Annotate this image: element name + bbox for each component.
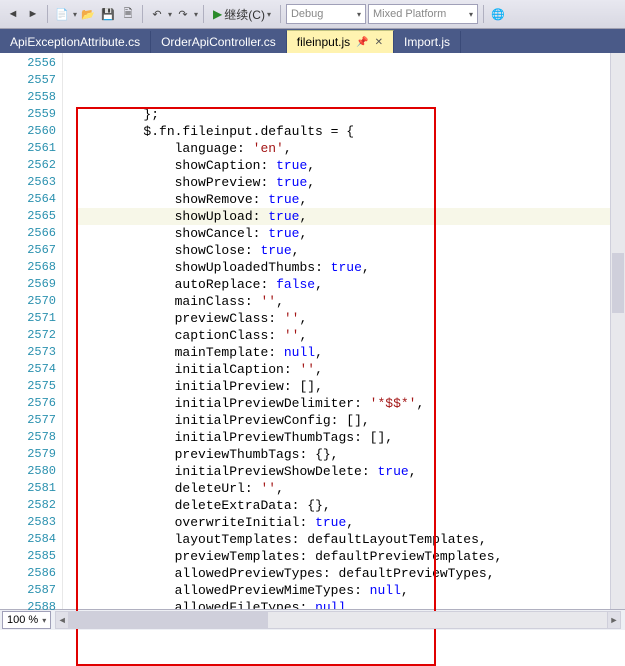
undo-icon[interactable]: ↶ — [148, 5, 166, 23]
save-all-icon[interactable]: 🗎 — [119, 5, 137, 23]
open-icon[interactable]: 📂 — [79, 5, 97, 23]
scroll-right-icon[interactable]: ► — [607, 612, 620, 628]
vertical-scrollbar[interactable] — [610, 53, 625, 609]
close-icon[interactable]: ✕ — [375, 37, 383, 48]
continue-label: 继续(C) — [224, 6, 265, 23]
main-toolbar: ◄ ► 📄 ▾ 📂 💾 🗎 ↶ ▾ ↷ ▾ ▶ 继续(C) ▾ Debug▾ M… — [0, 0, 625, 29]
tab-api-exception[interactable]: ApiExceptionAttribute.cs — [0, 31, 151, 53]
nav-back-icon[interactable]: ◄ — [4, 5, 22, 23]
hscroll-thumb[interactable] — [68, 612, 268, 628]
continue-button[interactable]: ▶ 继续(C) ▾ — [209, 6, 275, 23]
config-dropdown[interactable]: Debug▾ — [286, 4, 366, 24]
document-tabs: ApiExceptionAttribute.cs OrderApiControl… — [0, 29, 625, 53]
pin-icon[interactable]: 📌 — [356, 37, 368, 48]
line-numbers: 2556255725582559256025612562256325642565… — [0, 53, 62, 609]
browser-icon[interactable]: 🌐 — [489, 5, 507, 23]
scrollbar-thumb[interactable] — [612, 253, 624, 313]
horizontal-scrollbar[interactable]: ◄ ► — [55, 611, 621, 629]
code-area[interactable]: }; $.fn.fileinput.defaults = { language:… — [77, 53, 625, 609]
fold-column — [62, 53, 77, 609]
redo-icon[interactable]: ↷ — [174, 5, 192, 23]
code-editor[interactable]: 2556255725582559256025612562256325642565… — [0, 53, 625, 609]
status-bar: 100 % ▾ ◄ ► — [0, 609, 625, 630]
tab-order-api[interactable]: OrderApiController.cs — [151, 31, 287, 53]
tab-fileinput[interactable]: fileinput.js 📌 ✕ — [287, 30, 394, 53]
nav-fwd-icon[interactable]: ► — [24, 5, 42, 23]
new-file-icon[interactable]: 📄 — [53, 5, 71, 23]
tab-import[interactable]: Import.js — [394, 31, 461, 53]
save-icon[interactable]: 💾 — [99, 5, 117, 23]
platform-dropdown[interactable]: Mixed Platform▾ — [368, 4, 478, 24]
